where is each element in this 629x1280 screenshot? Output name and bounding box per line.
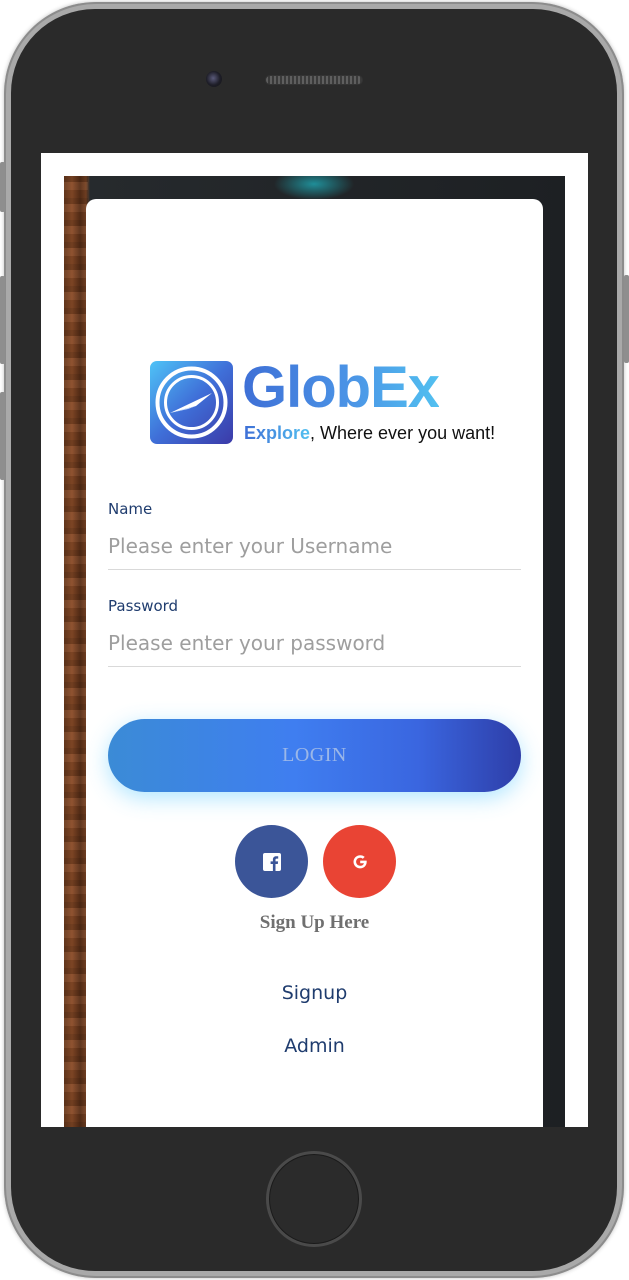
globex-logo: GlobEx Explore, Where ever you want! [150, 355, 495, 450]
phone-mute-switch [0, 162, 5, 212]
google-login-button[interactable] [323, 825, 396, 898]
phone-power-button [624, 275, 629, 363]
login-card: GlobEx Explore, Where ever you want! Nam… [86, 199, 543, 1127]
compass-icon [155, 366, 228, 439]
front-camera [206, 71, 222, 87]
phone-screen: GlobEx Explore, Where ever you want! Nam… [41, 153, 588, 1127]
facebook-login-button[interactable] [235, 825, 308, 898]
tagline-rest: , Where ever you want! [310, 423, 496, 443]
logo-wordmark: GlobEx [242, 355, 440, 420]
phone-volume-down [0, 392, 5, 480]
google-icon [353, 854, 367, 868]
password-input[interactable] [108, 625, 521, 661]
admin-link[interactable]: Admin [86, 1035, 543, 1057]
home-button[interactable] [266, 1151, 362, 1247]
phone-volume-up [0, 276, 5, 364]
logo-badge [150, 361, 233, 444]
facebook-icon [262, 852, 281, 871]
username-input[interactable] [108, 528, 521, 564]
logo-tagline: Explore, Where ever you want! [244, 423, 495, 444]
name-field: Name [108, 500, 521, 570]
login-button[interactable]: LOGIN [108, 719, 521, 792]
name-label: Name [108, 500, 153, 518]
password-label: Password [108, 597, 179, 615]
tagline-accent: Explore [244, 423, 311, 443]
sign-up-caption: Sign Up Here [259, 912, 370, 933]
earpiece-speaker [265, 75, 363, 85]
password-field: Password [108, 597, 521, 667]
signup-link[interactable]: Signup [86, 982, 543, 1004]
